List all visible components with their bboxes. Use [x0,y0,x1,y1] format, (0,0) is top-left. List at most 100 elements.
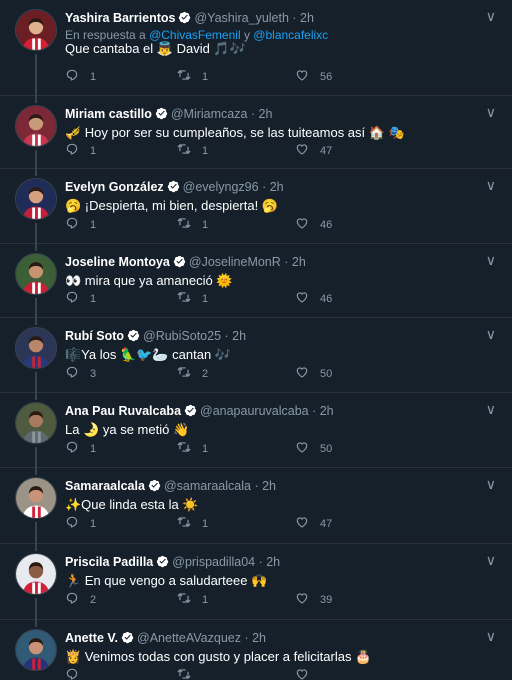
retweet-button[interactable]: 1 [177,68,208,85]
avatar[interactable] [15,402,57,444]
separator-dot: · [288,11,301,25]
tweet[interactable]: Yashira Barrientos @Yashira_yuleth · 2h ∨ E… [0,0,512,96]
tweet[interactable]: Rubí Soto @RubiSoto25 · 2h ∨ 🎼Ya los 🦜🐦🦢 ca… [0,318,512,393]
reply-button[interactable]: 1 [65,515,96,532]
timestamp[interactable]: 2h [259,107,273,121]
reply-button[interactable]: 1 [65,440,96,457]
retweet-count: 1 [202,517,209,530]
tweet[interactable]: Priscila Padilla @prispadilla04 · 2h ∨ 🏃 En… [0,544,512,620]
handle[interactable]: @anapauruvalcaba [200,404,309,418]
handle[interactable]: @prispadilla04 [172,555,255,569]
tweet[interactable]: Samaraalcala @samaraalcala · 2h ∨ ✨Que lind… [0,468,512,544]
handle[interactable]: @Yashira_yuleth [194,11,288,25]
display-name[interactable]: Anette V. [65,631,118,645]
avatar[interactable] [15,178,57,220]
avatar[interactable] [15,477,57,519]
reply-icon [65,68,90,85]
chevron-down-icon[interactable]: ∨ [486,552,496,569]
reply-icon [65,667,90,680]
timestamp[interactable]: 2h [252,631,266,645]
tweet-header: Miriam castillo @Miriamcaza · 2h [65,106,482,122]
like-button[interactable]: 46 [295,290,332,307]
handle[interactable]: @samaraalcala [164,479,251,493]
handle[interactable]: @AnetteAVazquez [137,631,241,645]
like-button[interactable]: 50 [295,440,332,457]
heart-icon [295,667,320,680]
like-button[interactable]: 47 [295,142,332,159]
display-name[interactable]: Ana Pau Ruvalcaba [65,404,181,418]
like-button[interactable]: 50 [295,365,332,382]
reply-button[interactable]: 1 [65,68,96,85]
chevron-down-icon[interactable]: ∨ [486,628,496,645]
retweet-button[interactable]: 2 [177,365,208,382]
thread-line [35,169,37,176]
like-button[interactable]: 47 [295,515,332,532]
tweet[interactable]: Miriam castillo @Miriamcaza · 2h ∨ 🎺 Hoy po… [0,96,512,169]
chevron-down-icon[interactable]: ∨ [486,104,496,121]
chevron-down-icon[interactable]: ∨ [486,476,496,493]
display-name[interactable]: Yashira Barrientos [65,11,175,25]
like-button[interactable]: 56 [295,68,332,85]
timestamp[interactable]: 2h [266,555,280,569]
reply-button[interactable]: 3 [65,365,96,382]
display-name[interactable]: Rubí Soto [65,329,124,343]
tweet-text: 🎼Ya los 🦜🐦🦢 cantan 🎶 [65,347,231,362]
heart-icon [295,365,320,382]
avatar[interactable] [15,553,57,595]
avatar[interactable] [15,327,57,369]
retweet-button[interactable]: 1 [177,440,208,457]
chevron-down-icon[interactable]: ∨ [486,177,496,194]
timestamp[interactable]: 2h [262,479,276,493]
timestamp[interactable]: 2h [270,180,284,194]
tweet-actions: 1 1 46 [65,216,365,234]
thread-line [35,150,37,169]
timestamp[interactable]: 2h [232,329,246,343]
handle[interactable]: @Miriamcaza [171,107,248,121]
like-button[interactable]: 46 [295,216,332,233]
chevron-down-icon[interactable]: ∨ [486,252,496,269]
thread-line [35,447,37,468]
avatar[interactable] [15,105,57,147]
avatar[interactable] [15,253,57,295]
chevron-down-icon[interactable]: ∨ [486,8,496,25]
display-name[interactable]: Samaraalcala [65,479,145,493]
verified-badge-icon [152,107,171,121]
handle[interactable]: @evelyngz96 [183,180,259,194]
retweet-button[interactable] [177,667,202,680]
mention-link[interactable]: @blancafelixc [253,28,328,42]
retweet-button[interactable]: 1 [177,216,208,233]
thread-line [35,96,37,103]
timestamp[interactable]: 2h [300,11,314,25]
reply-button[interactable]: 2 [65,591,96,608]
avatar[interactable] [15,629,57,671]
display-name[interactable]: Joseline Montoya [65,255,170,269]
tweet[interactable]: Anette V. @AnetteAVazquez · 2h ∨ 👸 Venimos … [0,620,512,680]
tweet[interactable]: Joseline Montoya @JoselineMonR · 2h ∨ 👀 mir… [0,244,512,318]
separator-dot: · [255,555,267,569]
retweet-button[interactable]: 1 [177,591,208,608]
reply-button[interactable] [65,667,90,680]
retweet-button[interactable]: 1 [177,515,208,532]
display-name[interactable]: Priscila Padilla [65,555,153,569]
tweet-text: 🥱 ¡Despierta, mi bien, despierta! 🥱 [65,198,279,213]
handle[interactable]: @JoselineMonR [189,255,281,269]
tweet-actions: 1 1 47 [65,515,365,533]
tweet-text: 🎺 Hoy por ser su cumpleaños, se las tuit… [65,125,405,140]
retweet-button[interactable]: 1 [177,290,208,307]
tweet[interactable]: Evelyn González @evelyngz96 · 2h ∨ 🥱 ¡Despi… [0,169,512,244]
reply-button[interactable]: 1 [65,290,96,307]
display-name[interactable]: Evelyn González [65,180,164,194]
timestamp[interactable]: 2h [292,255,306,269]
chevron-down-icon[interactable]: ∨ [486,401,496,418]
display-name[interactable]: Miriam castillo [65,107,152,121]
retweet-button[interactable]: 1 [177,142,208,159]
avatar[interactable] [15,9,57,51]
reply-button[interactable]: 1 [65,142,96,159]
timestamp[interactable]: 2h [320,404,334,418]
like-button[interactable]: 39 [295,591,332,608]
reply-button[interactable]: 1 [65,216,96,233]
like-button[interactable] [295,667,320,680]
chevron-down-icon[interactable]: ∨ [486,326,496,343]
handle[interactable]: @RubiSoto25 [143,329,221,343]
tweet[interactable]: Ana Pau Ruvalcaba @anapauruvalcaba · 2h ∨ L… [0,393,512,468]
